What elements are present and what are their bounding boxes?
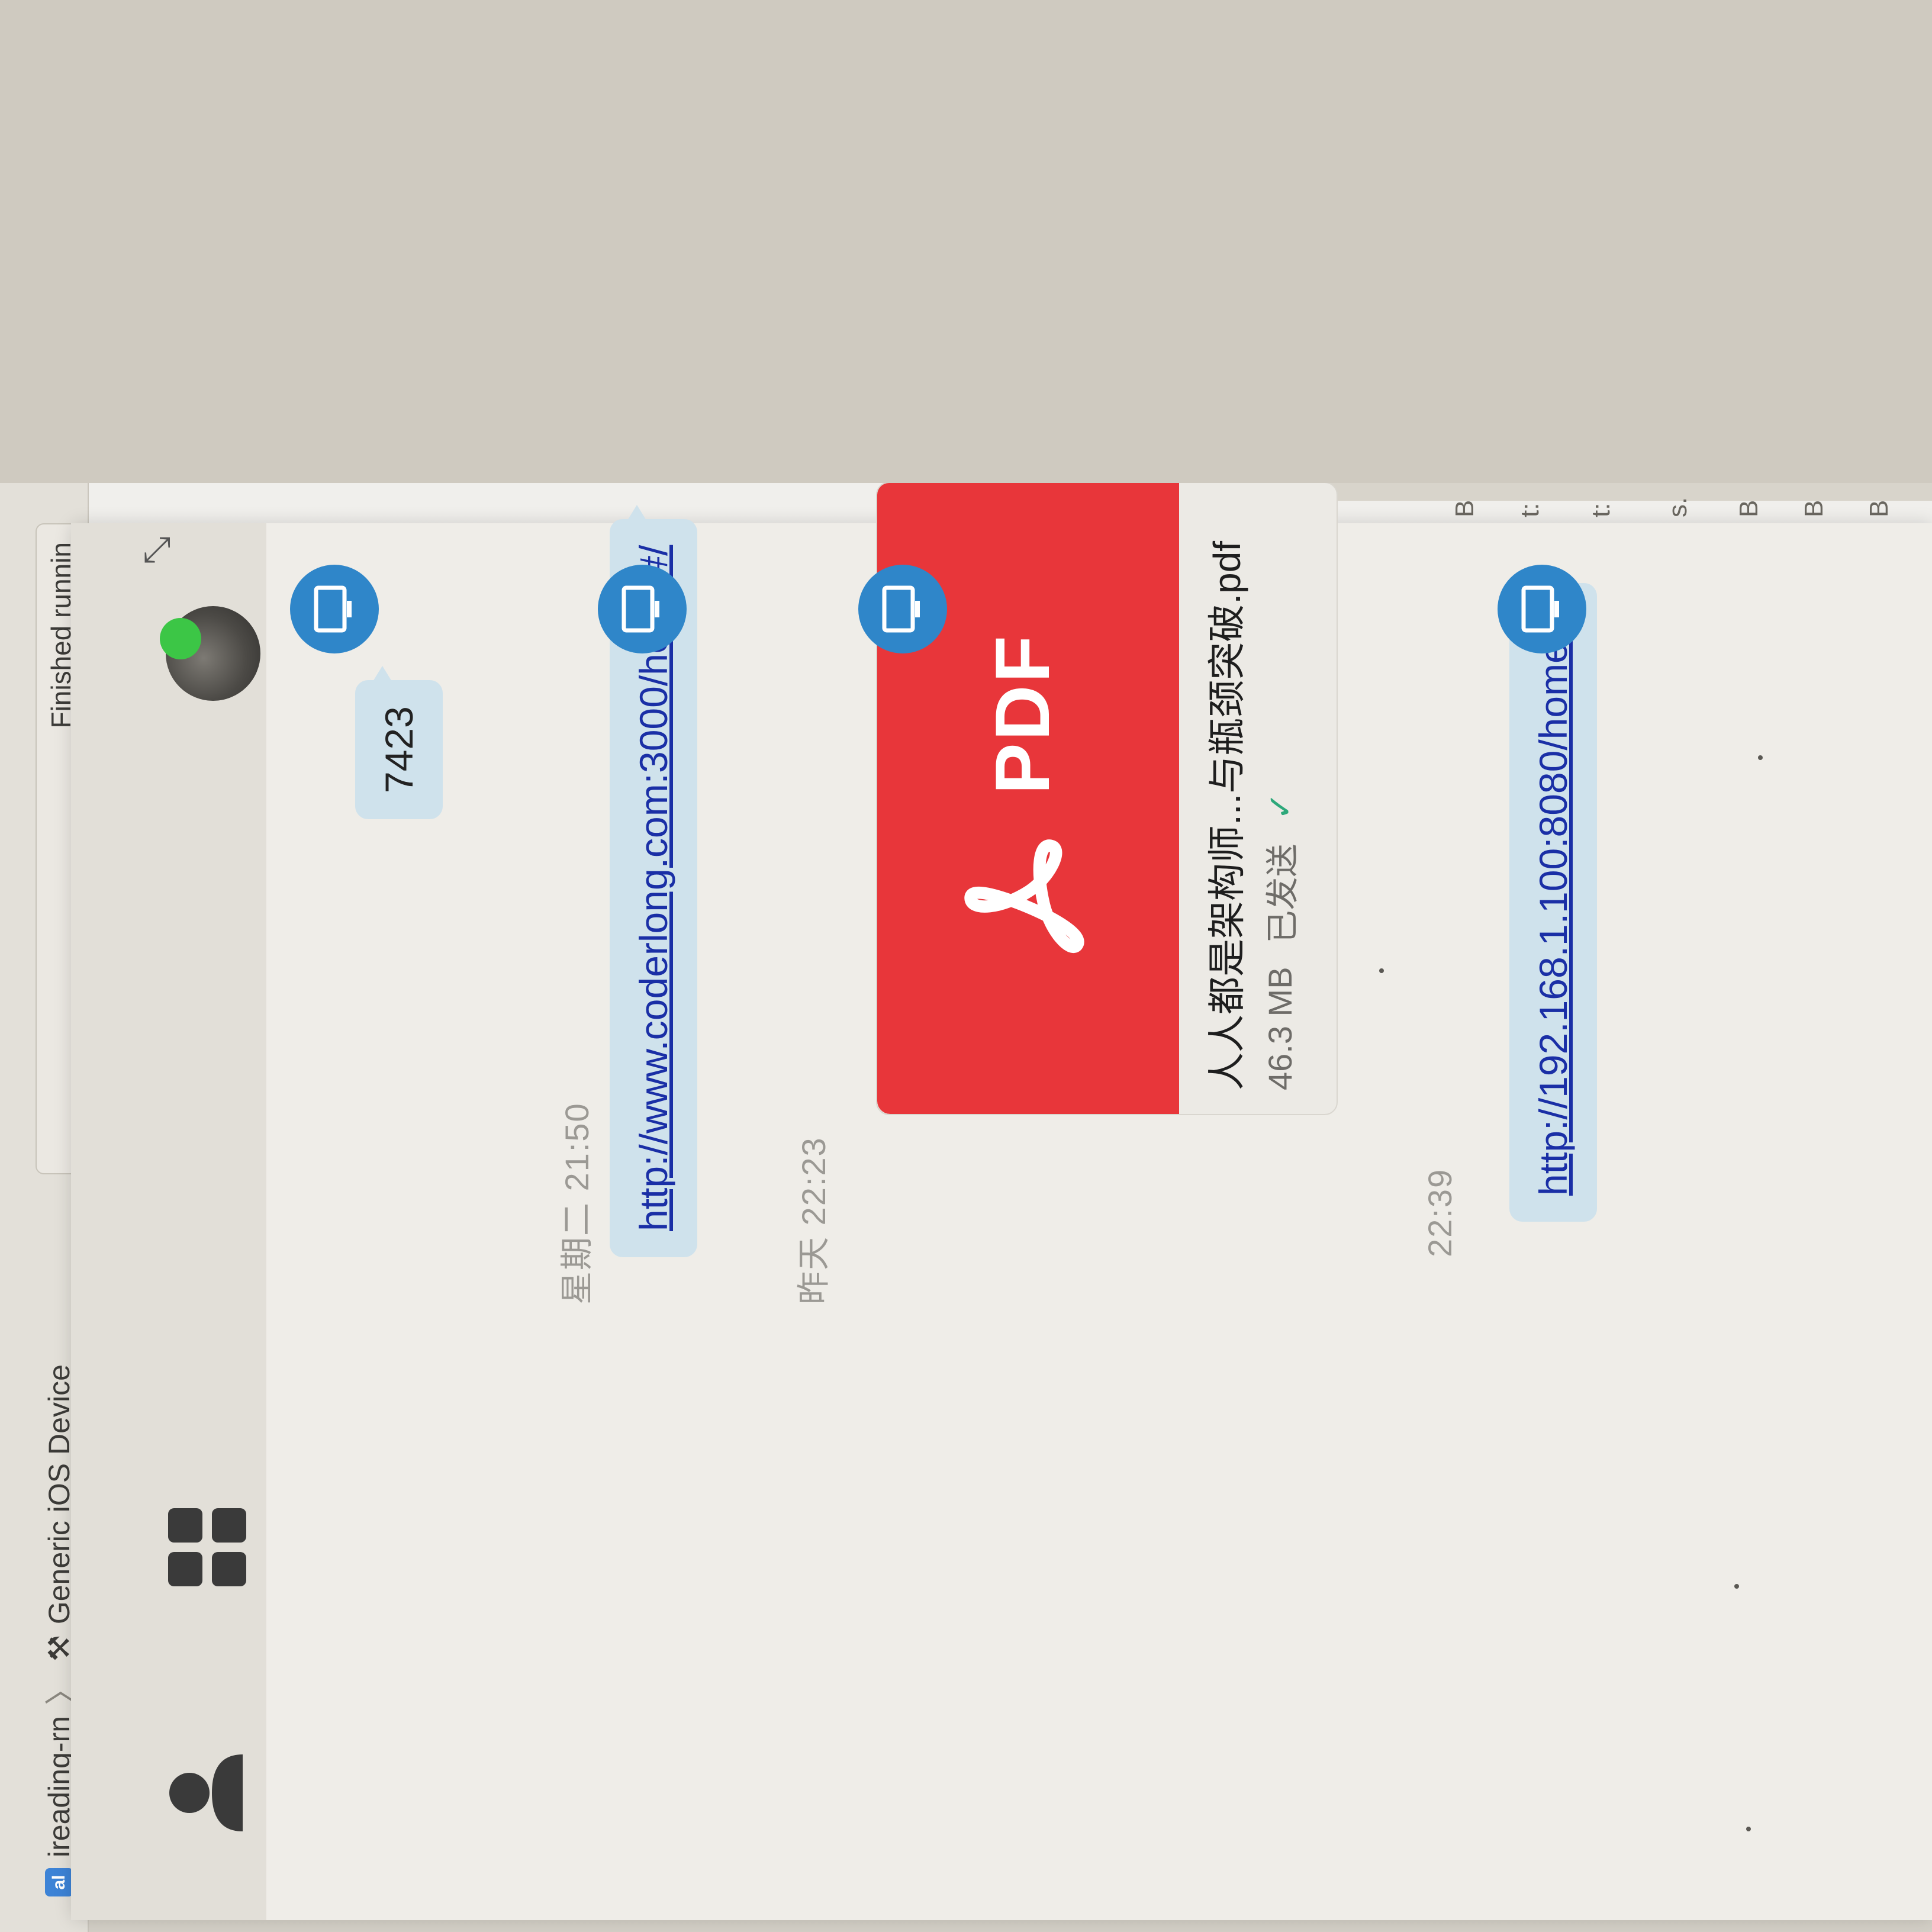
editor-edge-text: B [1450,500,1479,517]
file-size: 46.3 MB [1261,967,1299,1090]
photo-stage: al ireading-rn 〉 ⚒ Generic iOS Device Fi… [0,483,1932,1932]
app-badge-icon: al [45,1868,73,1896]
editor-edge-text: t: [1586,503,1615,517]
grid-icon[interactable] [166,1506,252,1589]
chat-header: ⤡ [71,523,266,1920]
file-message-card[interactable]: PDF 人人都是架构师...与瓶颈突破.pdf 46.3 MB 已发送 ✓ [876,483,1338,1115]
file-name: 人人都是架构师...与瓶颈突破.pdf [1206,540,1248,1090]
message-list[interactable]: 7423 星期二 21:50 http://www.coderlong.com:… [266,483,1932,1920]
send-status: 已发送 [1264,843,1301,944]
message-bubble[interactable]: http://192.168.1.100:8080/home#/ [1509,583,1597,1222]
file-meta: 46.3 MB 已发送 ✓ [1256,793,1304,1090]
dust-speck [1734,1584,1739,1589]
computer-icon [858,565,947,653]
editor-edge-text: B [1734,500,1763,517]
timestamp: 星期二 21:50 [558,1102,595,1305]
chat-window: ⤡ 7423 星期二 21:50 http://www.coderlong.co… [71,483,1932,1920]
computer-icon [290,565,379,653]
check-icon: ✓ [1261,792,1299,820]
pdf-icon [954,830,1093,966]
online-status-icon [160,618,201,659]
computer-icon [1498,565,1586,653]
pdf-label: PDF [979,633,1065,794]
message-bubble[interactable]: 7423 [355,680,443,819]
editor-edge-text: s. [1663,497,1692,517]
computer-icon [598,565,687,653]
dust-speck [1379,968,1384,973]
editor-edge-text: B [1799,500,1828,517]
editor-edge-text: t: [1515,503,1544,517]
timestamp: 22:39 [1421,1168,1458,1257]
dust-speck [1746,1827,1751,1831]
timestamp: 昨天 22:23 [795,1136,832,1305]
dust-speck [1758,755,1763,760]
message-link[interactable]: http://192.168.1.100:8080/home#/ [1531,609,1575,1196]
collapse-icon[interactable]: ⤡ [136,536,178,565]
message-text: 7423 [377,706,421,793]
editor-edge-text: B [1865,500,1894,517]
contact-icon[interactable] [160,1749,252,1837]
